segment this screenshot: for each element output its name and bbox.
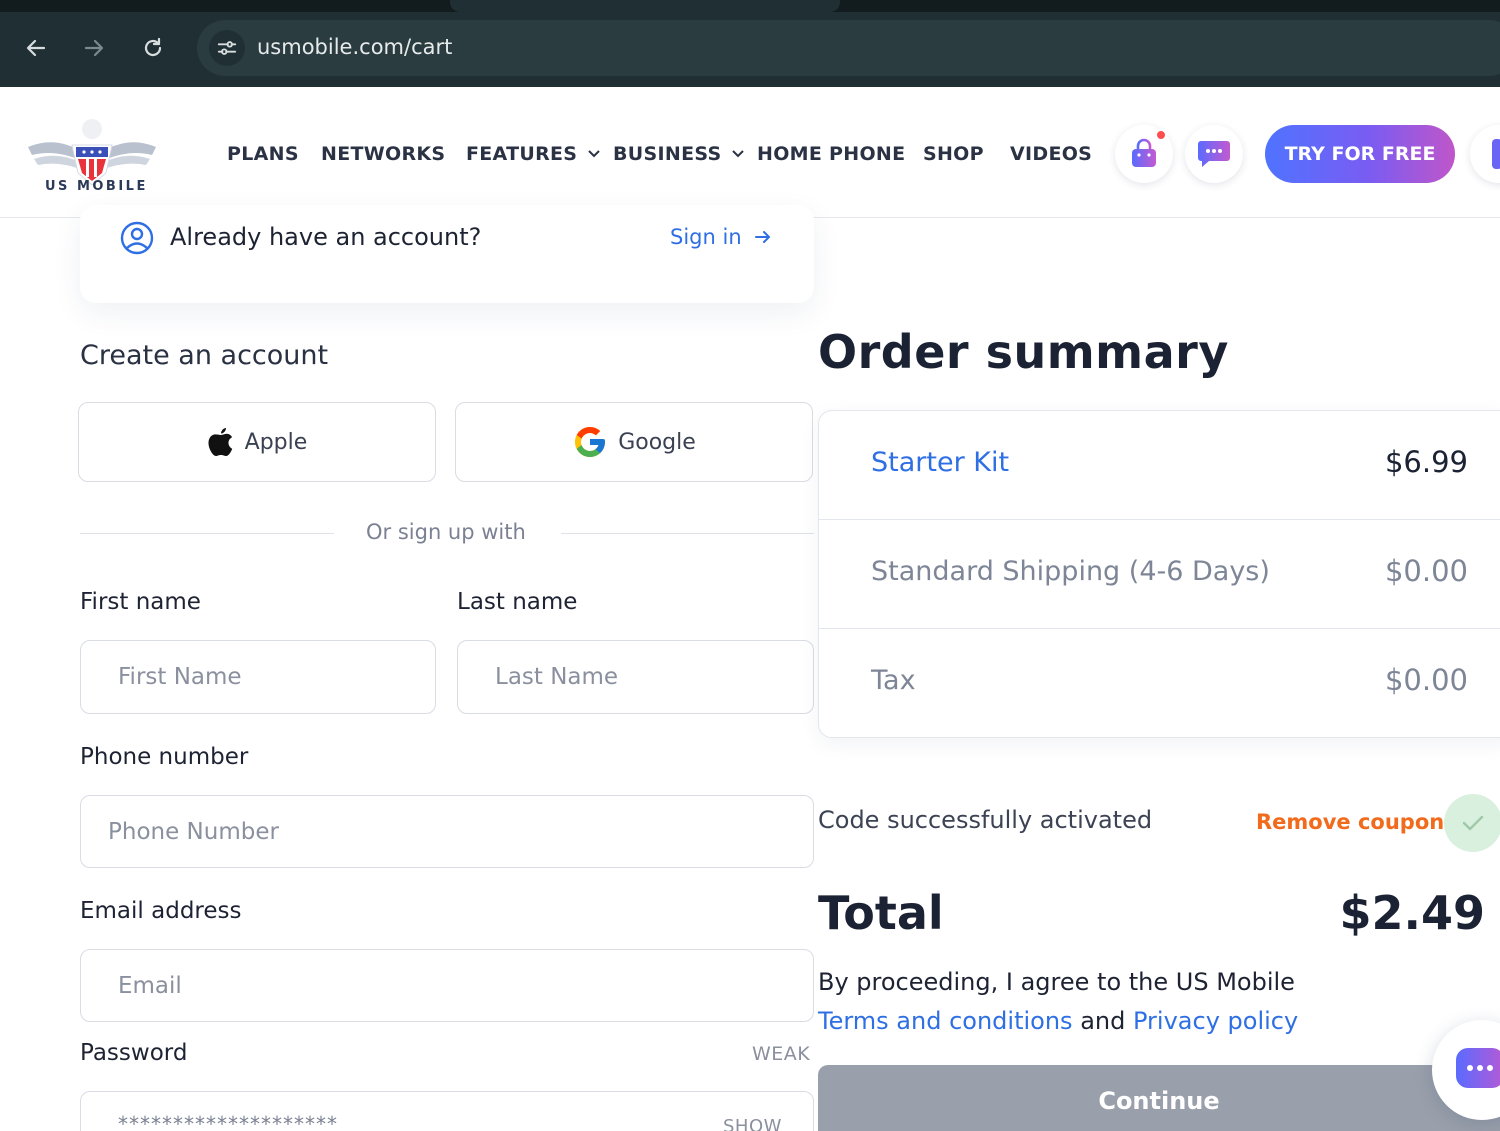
- chat-button[interactable]: [1185, 125, 1243, 183]
- nav-label: SHOP: [923, 143, 984, 165]
- show-password-button[interactable]: SHOW: [723, 1116, 782, 1131]
- email-input[interactable]: [80, 949, 814, 1022]
- signin-question: Already have an account?: [170, 223, 482, 251]
- divider-right: [561, 533, 814, 534]
- nav-videos[interactable]: VIDEOS: [1010, 143, 1092, 165]
- apple-label: Apple: [244, 429, 308, 455]
- password-strength: WEAK: [752, 1043, 811, 1065]
- summary-row-shipping: Standard Shipping (4-6 Days) $0.00: [819, 520, 1500, 629]
- apple-signup-button[interactable]: Apple: [78, 402, 436, 482]
- try-for-free-button[interactable]: TRY FOR FREE: [1265, 125, 1455, 183]
- profile-icon: [1492, 139, 1500, 169]
- coupon-status: Code successfully activated: [818, 806, 1153, 834]
- nav-label: VIDEOS: [1010, 143, 1093, 165]
- logo-text: US MOBILE: [45, 179, 148, 194]
- nav-networks[interactable]: NETWORKS: [321, 143, 445, 165]
- agreement-text: By proceeding, I agree to the US Mobile …: [818, 963, 1458, 1041]
- starter-kit-price: $6.99: [1384, 445, 1468, 479]
- nav-shop[interactable]: SHOP: [923, 143, 984, 165]
- shipping-label: Standard Shipping (4-6 Days): [871, 556, 1270, 587]
- password-label: Password: [80, 1040, 188, 1066]
- tax-price: $0.00: [1384, 663, 1468, 697]
- site-info-icon: [217, 41, 237, 55]
- chat-bubble-icon: [1456, 1048, 1500, 1088]
- cart-button[interactable]: [1115, 125, 1173, 183]
- divider-left: [80, 533, 334, 534]
- first-name-label: First name: [80, 589, 201, 615]
- or-sign-up-text: Or sign up with: [366, 520, 526, 544]
- site-header: US MOBILE PLANS NETWORKS FEATURES BUSINE…: [0, 87, 1500, 218]
- nav-label: FEATURES: [466, 143, 578, 165]
- google-signup-button[interactable]: Google: [455, 402, 813, 482]
- summary-row-tax: Tax $0.00: [819, 629, 1500, 738]
- user-circle-icon: [120, 221, 154, 255]
- nav-label: HOME PHONE: [757, 143, 906, 165]
- nav-plans[interactable]: PLANS: [227, 143, 299, 165]
- chat-icon: [1198, 141, 1230, 167]
- signin-card: Already have an account? Sign in: [80, 205, 814, 303]
- nav-features[interactable]: FEATURES: [466, 143, 601, 165]
- first-name-input[interactable]: [80, 640, 436, 714]
- reload-button[interactable]: [135, 30, 171, 66]
- check-icon: [1462, 815, 1484, 831]
- order-summary-card: Starter Kit $6.99 Standard Shipping (4-6…: [818, 410, 1500, 738]
- remove-coupon-link[interactable]: Remove coupon: [1256, 810, 1444, 834]
- total-value: $2.49: [1339, 886, 1485, 940]
- nav-label: BUSINESS: [613, 143, 722, 165]
- password-input[interactable]: ******************** SHOW: [80, 1091, 814, 1131]
- nav-business[interactable]: BUSINESS: [613, 143, 745, 165]
- reload-icon: [144, 37, 162, 57]
- continue-button[interactable]: Continue: [818, 1065, 1500, 1131]
- apple-icon: [208, 428, 232, 456]
- password-mask: ********************: [118, 1112, 338, 1131]
- chevron-down-icon: [732, 150, 745, 158]
- last-name-input[interactable]: [457, 640, 814, 714]
- last-name-label: Last name: [457, 589, 578, 615]
- cart-badge: [1155, 129, 1167, 141]
- chevron-down-icon: [588, 150, 600, 158]
- starter-kit-link[interactable]: Starter Kit: [871, 447, 1009, 478]
- sign-in-link[interactable]: Sign in: [670, 225, 772, 249]
- phone-label: Phone number: [80, 744, 249, 770]
- profile-button[interactable]: [1470, 125, 1500, 183]
- shipping-price: $0.00: [1384, 554, 1468, 588]
- site-info-button[interactable]: [209, 30, 245, 66]
- create-account-title: Create an account: [80, 340, 329, 371]
- active-tab[interactable]: [450, 0, 840, 12]
- forward-button[interactable]: [76, 30, 112, 66]
- google-icon: [575, 427, 606, 457]
- url-text[interactable]: usmobile.com/cart: [257, 35, 452, 59]
- agree-and: and: [1080, 1007, 1126, 1035]
- browser-chrome: usmobile.com/cart: [0, 0, 1500, 87]
- cart-icon: [1132, 138, 1156, 167]
- tax-label: Tax: [871, 665, 916, 696]
- total-label: Total: [818, 886, 944, 940]
- coupon-check: [1444, 794, 1500, 852]
- agree-prefix: By proceeding, I agree to the US Mobile: [818, 968, 1295, 996]
- summary-row-starter-kit: Starter Kit $6.99: [819, 411, 1500, 520]
- back-arrow-icon: [26, 39, 46, 57]
- nav-label: PLANS: [227, 143, 299, 165]
- privacy-link[interactable]: Privacy policy: [1133, 1007, 1298, 1035]
- address-bar[interactable]: usmobile.com/cart: [197, 20, 1500, 76]
- google-label: Google: [618, 429, 696, 455]
- forward-arrow-icon: [84, 39, 104, 57]
- email-label: Email address: [80, 898, 242, 924]
- terms-link[interactable]: Terms and conditions: [818, 1007, 1073, 1035]
- nav-label: NETWORKS: [321, 143, 446, 165]
- back-button[interactable]: [18, 30, 54, 66]
- phone-input[interactable]: [80, 795, 814, 868]
- order-summary-title: Order summary: [818, 325, 1229, 379]
- nav-home-phone[interactable]: HOME PHONE: [757, 143, 905, 165]
- arrow-right-icon: [754, 231, 770, 243]
- sign-in-label: Sign in: [670, 225, 742, 249]
